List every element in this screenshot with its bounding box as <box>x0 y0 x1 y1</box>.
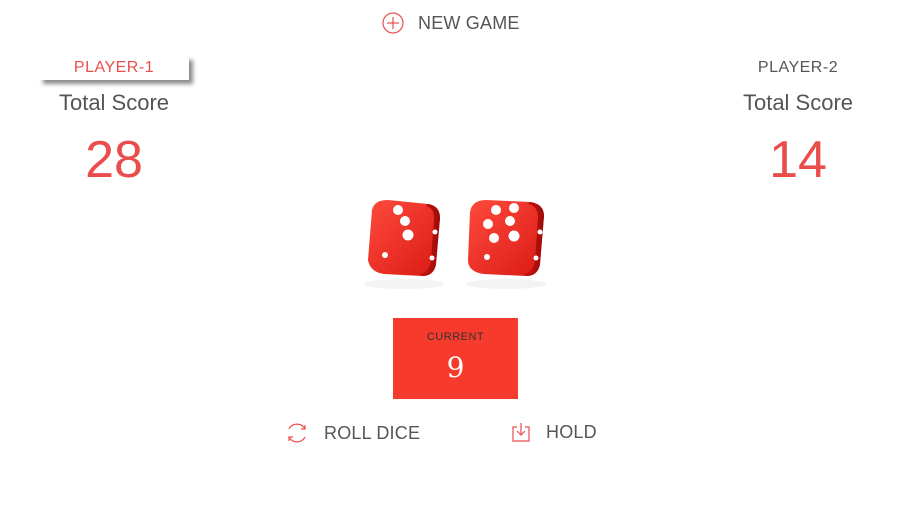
current-label: CURRENT <box>426 331 485 343</box>
player-1-panel: PLAYER-1 Total Score 28 <box>14 56 214 190</box>
player-2-name: PLAYER-2 <box>757 59 839 76</box>
player-1-score: 28 <box>85 131 143 189</box>
new-game-button[interactable]: NEW GAME <box>382 12 520 34</box>
dice-2-image <box>460 188 552 292</box>
hold-button[interactable]: HOLD <box>510 421 597 443</box>
new-game-label: NEW GAME <box>418 12 520 33</box>
player-1-name: PLAYER-1 <box>39 56 189 80</box>
hold-label: HOLD <box>546 421 597 442</box>
game-board: NEW GAME PLAYER-1 Total Score 28 PLAYER-… <box>0 0 916 522</box>
download-tray-icon <box>510 421 532 443</box>
player-2-score: 14 <box>769 131 827 189</box>
player-2-total-label: Total Score <box>742 90 854 115</box>
roll-dice-button[interactable]: ROLL DICE <box>284 421 420 445</box>
player-2-panel: PLAYER-2 Total Score 14 <box>698 56 898 190</box>
current-score: 9 <box>446 351 465 384</box>
plus-circle-icon <box>382 12 404 34</box>
player-1-total-label: Total Score <box>58 90 170 115</box>
roll-dice-label: ROLL DICE <box>324 422 421 443</box>
dice-1-image <box>358 188 450 292</box>
current-score-box: CURRENT 9 <box>393 318 518 399</box>
refresh-icon <box>284 421 310 445</box>
